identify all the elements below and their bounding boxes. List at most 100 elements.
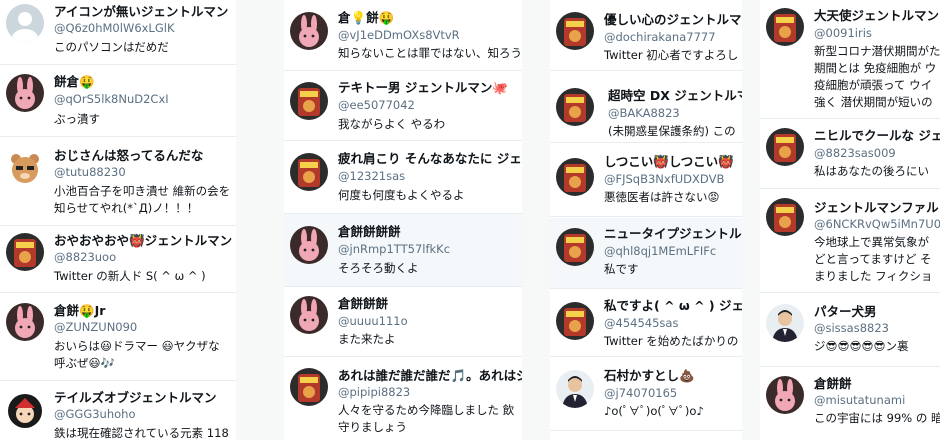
tweet[interactable]: おやおやおや👹ジェントルマン @8823uoo Twitter の新人ド S( … (0, 228, 236, 293)
tweet[interactable]: 私ですよ( ^ ω ^ ) ジェン @454545sas Twitter を始め… (550, 292, 742, 357)
user-name[interactable]: ジェントルマンファル (814, 200, 939, 216)
tweet[interactable]: アイコンが無いジェントルマン @Q6z0hM0lW6xLGlK このパソコンはだ… (0, 0, 236, 65)
user-handle[interactable]: @ee5077042 (338, 98, 415, 113)
user-handle[interactable]: @12321sas (338, 169, 405, 184)
tweet[interactable]: ニュータイプジェントル @qhl8qj1MEmLFIFc 私です (550, 218, 742, 289)
user-name[interactable]: テイルズオブジェントルマン (54, 390, 217, 406)
bunny-avatar-icon[interactable] (290, 296, 328, 334)
user-name[interactable]: おやおやおや👹ジェントルマン (54, 233, 232, 249)
user-handle[interactable]: @j74070165 (604, 386, 677, 401)
user-name[interactable]: 倉餅餅餅餅 (338, 224, 401, 240)
tweet[interactable]: 倉餅餅餅 @uuuu111o また来たよ (284, 290, 522, 357)
user-handle[interactable]: @sissas8823 (814, 321, 889, 336)
user-handle[interactable]: @FJSqB3NxfUDXDVB (604, 172, 724, 187)
tweet[interactable]: 倉餅餅 @misutatunami この宇宙には 99% の 暗 (760, 370, 940, 440)
tweet[interactable]: 倉餅餅餅餅 @jnRmp1TT57lfkKc そろそろ動くよ (284, 214, 522, 287)
user-name[interactable]: しつこい👹しつこい👹 (604, 154, 734, 170)
default-avatar-icon[interactable] (6, 4, 44, 42)
food-avatar-icon[interactable] (6, 233, 44, 271)
user-handle[interactable]: @ZUNZUN090 (54, 320, 137, 335)
user-name[interactable]: 倉餅餅 (814, 376, 852, 392)
man-avatar-icon[interactable] (766, 304, 804, 342)
tweet[interactable]: 倉餅🤑Jr @ZUNZUN090 おいらは😃ドラマー 😃ヤクザな 呼ぶぜ😃🎶 (0, 298, 236, 381)
bunny-avatar-icon[interactable] (6, 303, 44, 341)
tweet[interactable]: おじさんは怒ってるんだな @tutu88230 小池百合子を叩き潰せ 維新の会を… (0, 143, 236, 226)
tweet[interactable]: パター犬男 @sissas8823 ジ😎😎😎😎😎ン裏 (760, 296, 940, 367)
food-avatar-icon[interactable] (766, 198, 804, 236)
food-avatar-icon[interactable] (290, 82, 328, 120)
food-avatar-icon[interactable] (290, 153, 328, 191)
user-name[interactable]: 石村かすとし💩 (604, 368, 695, 384)
food-avatar-icon[interactable] (556, 228, 594, 266)
man-avatar-icon[interactable] (556, 370, 594, 408)
user-name[interactable]: 倉餅🤑Jr (54, 303, 105, 319)
food-avatar-icon[interactable] (556, 88, 594, 126)
tweet[interactable]: しつこい👹しつこい👹 @FJSqB3NxfUDXDVB 悪徳医者は許さない😡 (550, 146, 742, 217)
user-handle[interactable]: @qhl8qj1MEmLFIFc (604, 244, 716, 259)
user-handle[interactable]: @BAKA8823 (608, 106, 680, 121)
user-handle[interactable]: @dochirakana7777 (604, 30, 716, 45)
bunny-avatar-icon[interactable] (290, 12, 328, 50)
user-handle[interactable]: @454545sas (604, 316, 678, 331)
tweet[interactable]: テイルズオブジェントルマン @GGG3uhoho 鉄は現在確認されている元素 1… (0, 384, 236, 440)
user-handle[interactable]: @misutatunami (814, 393, 905, 408)
tweet-text: 我ながらよく やるわ (338, 117, 446, 131)
tweet[interactable]: 倉💡餅🤑 @vJ1eDDmOXs8VtvR 知らないことは罪ではない、知ろう (284, 0, 522, 71)
user-name[interactable]: 私ですよ( ^ ω ^ ) ジェン (604, 298, 742, 314)
tweet[interactable]: 石村かすとし💩 @j74070165 ♪o(ﾟ∀ﾟ)o(ﾟ∀ﾟ)o♪ (550, 360, 742, 431)
tweet[interactable]: 超時空 DX ジェントルマン @BAKA8823 (未開惑星保護条約) この (550, 78, 742, 143)
user-handle[interactable]: @tutu88230 (54, 165, 126, 180)
tweet-text: ♪o(ﾟ∀ﾟ)o(ﾟ∀ﾟ)o♪ (604, 404, 704, 418)
tweet-text: 今地球上で異常気象が どと言ってますけど そ まりました フィクショ (814, 235, 933, 283)
food-avatar-icon[interactable] (290, 368, 328, 406)
user-name[interactable]: おじさんは怒ってるんだな (54, 148, 203, 164)
tweet[interactable]: 餅倉🤑 @qOrS5lk8NuD2CxI ぶっ潰す (0, 70, 236, 137)
food-avatar-icon[interactable] (556, 158, 594, 196)
user-handle[interactable]: @pipipi8823 (338, 385, 410, 400)
user-name[interactable]: あれは誰だ誰だ誰だ🎵。あれはジ (338, 368, 522, 384)
tweet-text: 私はあなたの後ろにい (814, 164, 929, 178)
user-handle[interactable]: @qOrS5lk8NuD2CxI (54, 92, 169, 107)
tweet[interactable]: あれは誰だ誰だ誰だ🎵。あれはジ @pipipi8823 人々を守るため今降臨しま… (284, 362, 522, 440)
user-handle[interactable]: @jnRmp1TT57lfkKc (338, 242, 450, 257)
food-avatar-icon[interactable] (766, 8, 804, 46)
tweet-text: おいらは😃ドラマー 😃ヤクザな 呼ぶぜ😃🎶 (54, 339, 220, 370)
user-handle[interactable]: @GGG3uhoho (54, 407, 136, 422)
user-name[interactable]: 大天使ジェントルマン (814, 8, 939, 24)
user-name[interactable]: 超時空 DX ジェントルマン (608, 88, 742, 104)
tweet[interactable]: 優しい心のジェントルマ @dochirakana7777 Twitter 初心者… (550, 0, 742, 71)
user-name[interactable]: ニュータイプジェントル (604, 226, 742, 242)
user-handle[interactable]: @vJ1eDDmOXs8VtvR (338, 28, 460, 43)
bunny-avatar-icon[interactable] (766, 376, 804, 414)
tweet-text: この宇宙には 99% の 暗 (814, 411, 940, 425)
user-name[interactable]: 餅倉🤑 (54, 74, 95, 90)
user-name[interactable]: 優しい心のジェントルマ (604, 12, 742, 28)
tweet-text: また来たよ (338, 332, 396, 346)
user-name[interactable]: テキトー男 ジェントルマン🐙 (338, 80, 508, 96)
user-name[interactable]: パター犬男 (814, 304, 877, 320)
food-avatar-icon[interactable] (766, 128, 804, 166)
user-handle[interactable]: @6NCKRvQw5iMn7U0 (814, 217, 940, 232)
user-handle[interactable]: @8823uoo (54, 250, 116, 265)
user-name[interactable]: 倉餅餅餅 (338, 296, 388, 312)
user-name[interactable]: ニヒルでクールな ジェ (814, 128, 940, 144)
user-name[interactable]: アイコンが無いジェントルマン (54, 4, 228, 20)
tweet[interactable]: 疲れ肩こり そんなあなたに ジェン @12321sas 何度も何度もよくやるよ (284, 143, 522, 214)
user-name[interactable]: 疲れ肩こり そんなあなたに ジェン (338, 151, 522, 167)
food-avatar-icon[interactable] (556, 12, 594, 50)
user-handle[interactable]: @Q6z0hM0lW6xLGlK (54, 21, 175, 36)
tweet-text: 人々を守るため今降臨しました 飲 守りましょう (338, 403, 515, 434)
bear-avatar-icon[interactable] (6, 149, 44, 187)
tweet[interactable]: ニヒルでクールな ジェ @8823sas009 私はあなたの後ろにい (760, 122, 940, 189)
bunny-avatar-icon[interactable] (290, 226, 328, 264)
user-handle[interactable]: @0091iris (814, 26, 872, 41)
user-handle[interactable]: @8823sas009 (814, 146, 896, 161)
user-name[interactable]: 倉💡餅🤑 (338, 10, 394, 26)
tweet[interactable]: テキトー男 ジェントルマン🐙 @ee5077042 我ながらよく やるわ (284, 74, 522, 141)
tweet[interactable]: 大天使ジェントルマン @0091iris 新型コロナ潜伏期間がた 期間とは 免疫… (760, 0, 940, 119)
user-handle[interactable]: @uuuu111o (338, 314, 408, 329)
tweet[interactable]: ジェントルマンファル @6NCKRvQw5iMn7U0 今地球上で異常気象が ど… (760, 192, 940, 293)
anime-avatar-icon[interactable] (6, 392, 44, 430)
food-avatar-icon[interactable] (556, 302, 594, 340)
bunny-avatar-icon[interactable] (6, 74, 44, 112)
